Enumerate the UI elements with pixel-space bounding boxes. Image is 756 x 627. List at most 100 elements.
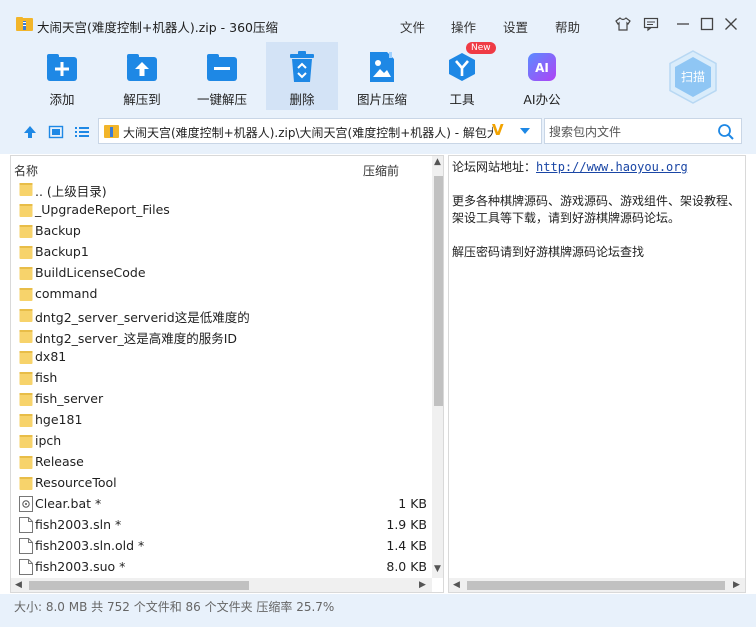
h-scroll-thumb[interactable] [29, 581, 249, 590]
list-item[interactable]: Backup [11, 220, 431, 241]
folder-icon [19, 412, 33, 428]
scan-button[interactable]: 扫描 [668, 50, 718, 104]
list-item[interactable]: fish [11, 367, 431, 388]
folder-icon [19, 349, 33, 365]
menu-help[interactable]: 帮助 [555, 17, 580, 36]
batch-file-icon [19, 496, 33, 512]
folder-icon [19, 307, 33, 323]
up-arrow-icon[interactable] [22, 124, 38, 140]
file-icon [19, 559, 33, 575]
recycle-bin-icon [285, 50, 319, 84]
file-size: 1.9 KB [386, 517, 427, 532]
comment-line-4: 解压密码请到好游棋牌源码论坛查找 [452, 245, 645, 259]
file-name: Release [35, 454, 84, 469]
close-icon[interactable] [721, 14, 741, 34]
scroll-thumb[interactable] [434, 176, 443, 406]
vip-icon[interactable]: V [492, 121, 504, 139]
list-item[interactable]: Release [11, 451, 431, 472]
scroll-up-icon[interactable]: ▲ [434, 157, 441, 167]
view-detail-icon[interactable] [48, 124, 64, 140]
file-name: ipch [35, 433, 62, 448]
view-list-icon[interactable] [74, 124, 90, 140]
list-item[interactable]: fish2003.sln * 1.9 KB [11, 514, 431, 535]
image-compress-button[interactable]: 图片压缩 [352, 42, 412, 110]
scroll-down-icon[interactable]: ▼ [434, 564, 441, 574]
list-item[interactable]: hge181 [11, 409, 431, 430]
extract-to-icon [125, 50, 159, 84]
file-list: .. (上级目录) _UpgradeReport_Files Backup Backu… [11, 178, 431, 577]
toolbar: 添加 解压到 一键解压 删除 图片压缩 工具 New AI AI办公 [0, 42, 756, 114]
list-item[interactable]: BuildLicenseCode [11, 262, 431, 283]
file-icon [19, 517, 33, 533]
menu-file[interactable]: 文件 [400, 17, 425, 36]
forum-link[interactable]: http://www.haoyou.org [536, 160, 688, 174]
list-item[interactable]: ResourceTool [11, 472, 431, 493]
list-item[interactable]: dntg2_server_serverid这是低难度的 [11, 304, 431, 325]
one-click-extract-button[interactable]: 一键解压 [190, 42, 254, 110]
folder-icon [19, 391, 33, 407]
add-button[interactable]: 添加 [34, 42, 90, 110]
list-item[interactable]: command [11, 283, 431, 304]
image-compress-icon [365, 50, 399, 84]
chevron-down-icon[interactable] [519, 127, 531, 136]
feedback-icon[interactable] [641, 14, 661, 34]
list-item[interactable]: Clear.bat * 1 KB [11, 493, 431, 514]
list-item[interactable]: .. (上级目录) [11, 178, 431, 199]
file-name: fish [35, 370, 58, 385]
file-icon [19, 538, 33, 554]
one-click-extract-icon [205, 50, 239, 84]
list-item[interactable]: fish2003.suo * 8.0 KB [11, 556, 431, 577]
search-icon[interactable] [717, 123, 735, 141]
folder-icon [19, 286, 33, 302]
status-text: 大小: 8.0 MB 共 752 个文件和 86 个文件夹 压缩率 25.7% [14, 600, 335, 614]
search-input[interactable] [549, 123, 709, 140]
list-item[interactable]: fish_server [11, 388, 431, 409]
file-name: _UpgradeReport_Files [35, 202, 170, 217]
search-box [544, 118, 742, 144]
comment-panel: 论坛网站地址：http://www.haoyou.org 更多各种棋牌源码、游戏… [448, 155, 746, 593]
comment-line-2: 更多各种棋牌源码、游戏源码、游戏组件、架设教程、 [452, 194, 741, 208]
file-name: command [35, 286, 98, 301]
archive-icon [104, 125, 119, 138]
vertical-scrollbar[interactable]: ▲ ▼ [432, 156, 443, 578]
h-scroll-thumb[interactable] [467, 581, 725, 590]
folder-icon [19, 454, 33, 470]
scroll-right-icon[interactable]: ▶ [733, 580, 740, 590]
skin-shirt-icon[interactable] [613, 14, 633, 34]
list-item[interactable]: _UpgradeReport_Files [11, 199, 431, 220]
folder-icon [19, 475, 33, 491]
scroll-left-icon[interactable]: ◀ [453, 580, 460, 590]
delete-button[interactable]: 删除 [266, 42, 338, 110]
address-path: 大闹天宫(难度控制+机器人).zip\大闹天宫(难度控制+机器人) - 解包大小… [123, 126, 493, 140]
column-header-name[interactable]: 名称 [14, 162, 38, 179]
ai-office-button[interactable]: AI AI办公 [516, 42, 568, 110]
file-name: dntg2_server_这是高难度的服务ID [35, 331, 238, 346]
file-name: BuildLicenseCode [35, 265, 146, 280]
list-item[interactable]: dx81 [11, 346, 431, 367]
list-item[interactable]: ipch [11, 430, 431, 451]
address-bar[interactable]: 大闹天宫(难度控制+机器人).zip\大闹天宫(难度控制+机器人) - 解包大小… [98, 118, 542, 144]
scroll-right-icon[interactable]: ▶ [419, 580, 426, 590]
maximize-icon[interactable] [697, 14, 717, 34]
folder-icon [19, 265, 33, 281]
extract-to-button[interactable]: 解压到 [114, 42, 170, 110]
comment-horizontal-scrollbar[interactable]: ◀ ▶ [449, 578, 745, 592]
scroll-left-icon[interactable]: ◀ [15, 580, 22, 590]
folder-icon [19, 328, 33, 344]
list-item[interactable]: fish2003.sln.old * 1.4 KB [11, 535, 431, 556]
file-size: 1.4 KB [386, 538, 427, 553]
menu-operate[interactable]: 操作 [451, 17, 476, 36]
new-badge: New [466, 42, 496, 54]
horizontal-scrollbar[interactable]: ◀ ▶ [11, 578, 432, 592]
menu-settings[interactable]: 设置 [503, 17, 528, 36]
file-name: .. (上级目录) [35, 184, 107, 199]
column-header-size[interactable]: 压缩前 [363, 162, 399, 179]
folder-icon [19, 244, 33, 260]
minimize-icon[interactable] [673, 14, 693, 34]
list-item[interactable]: dntg2_server_这是高难度的服务ID [11, 325, 431, 346]
folder-icon [19, 202, 33, 218]
add-icon [45, 50, 79, 84]
folder-icon [19, 370, 33, 386]
list-item[interactable]: Backup1 [11, 241, 431, 262]
file-list-panel: 名称 压缩前 .. (上级目录) _UpgradeReport_Files Back… [10, 155, 444, 593]
